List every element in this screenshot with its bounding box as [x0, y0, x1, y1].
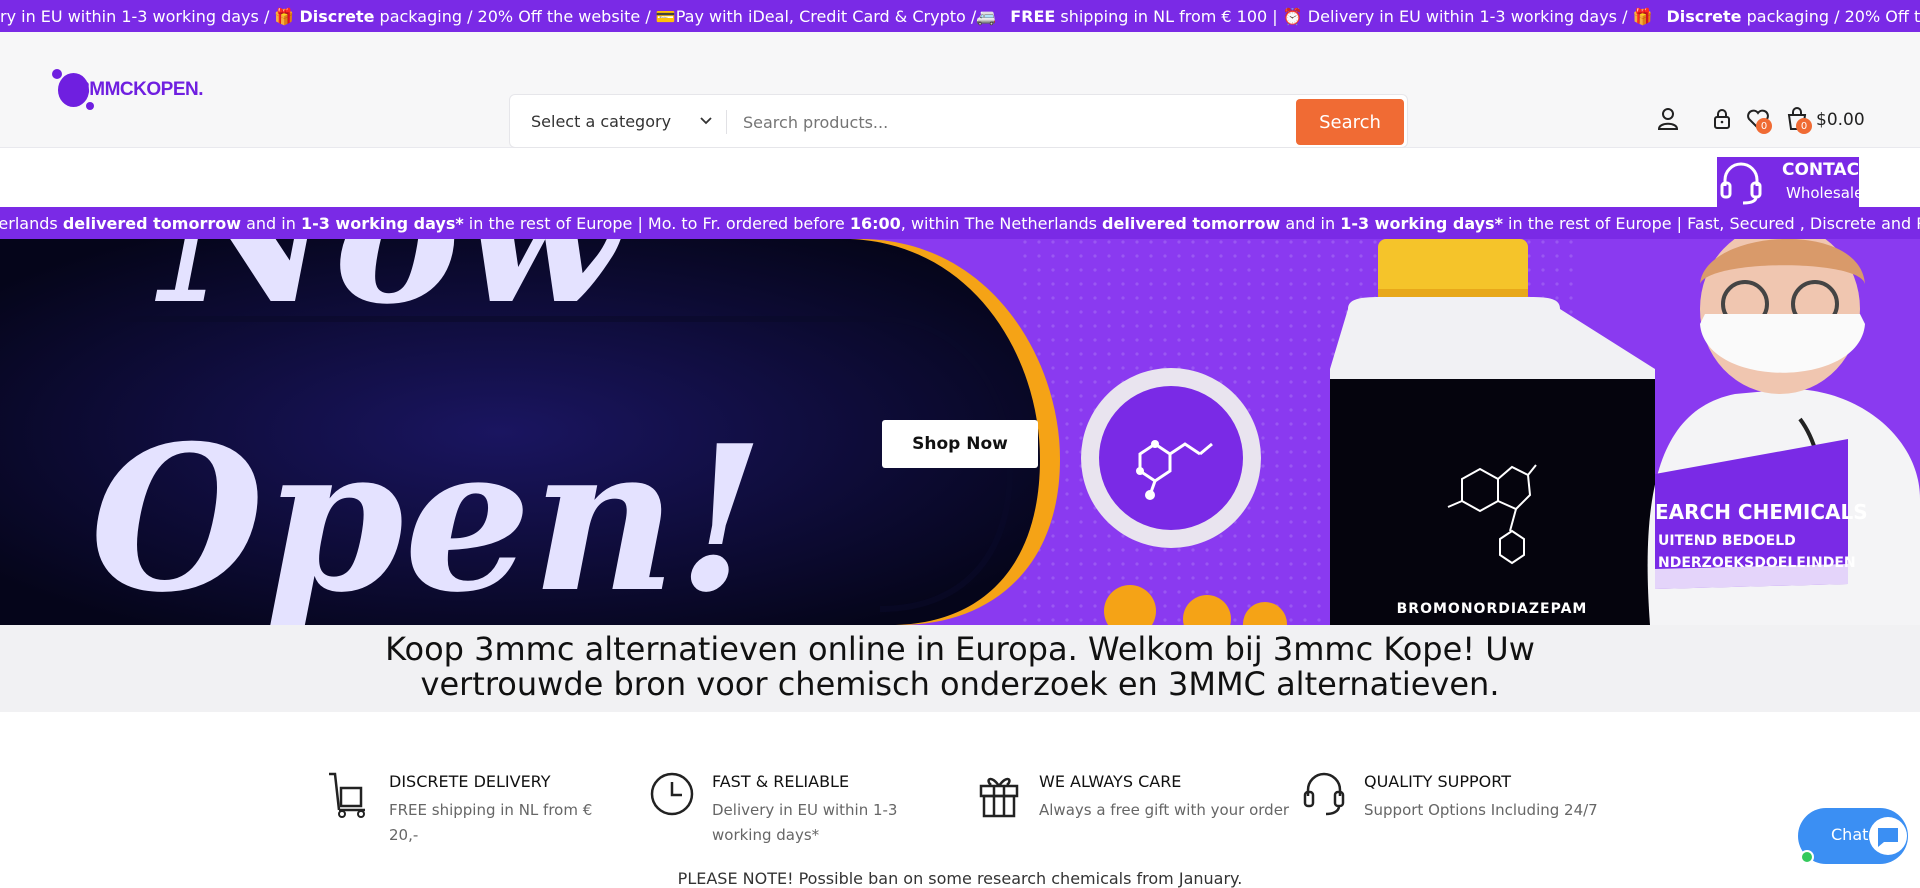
hero-text-now: Now — [154, 239, 630, 346]
delivery-highlight: 16:00 — [849, 214, 901, 233]
divider — [726, 110, 727, 134]
feature-desc: FREE shipping in NL from € 20,- — [389, 801, 593, 844]
nav-row — [0, 148, 1920, 207]
hand-truck-icon — [329, 772, 365, 818]
hero-text-open: Open! — [90, 402, 765, 625]
chat-label: Chat — [1831, 825, 1869, 844]
chat-bubble-icon — [1869, 817, 1907, 855]
cart-total[interactable]: $0.00 — [1816, 110, 1865, 130]
notice-text: PLEASE NOTE! Possible ban on some resear… — [677, 869, 1243, 888]
gift-icon — [979, 777, 1019, 818]
promo-segment: Discrete packaging / 20% Off the website… — [1666, 7, 1920, 26]
delivery-text: , within The Netherlands — [900, 214, 1103, 233]
chevron-down-icon[interactable] — [696, 111, 716, 131]
lock-icon[interactable] — [1709, 106, 1735, 132]
delivery-highlight: delivered tomorrow — [62, 214, 241, 233]
headset-icon — [1303, 772, 1345, 816]
cart-count-badge: 0 — [1796, 118, 1812, 134]
promo-marquee: ry in EU within 1-3 working days / 🎁 Dis… — [0, 0, 1920, 32]
feature-desc: Support Options Including 24/7 — [1364, 801, 1598, 819]
delivery-text: therlands — [0, 214, 58, 233]
headline-line-1: Koop 3mmc alternatieven online in Europa… — [385, 630, 1535, 668]
delivery-text: and in — [1280, 214, 1341, 233]
delivery-text: and in — [241, 214, 301, 233]
category-select[interactable]: Select a category — [531, 112, 671, 131]
search-bar: Select a category Search — [509, 94, 1408, 148]
site-logo[interactable]: 3MMCKOPEN. — [51, 68, 203, 112]
delivery-highlight: 1-3 working days* — [1340, 214, 1503, 233]
wishlist-count-badge: 0 — [1756, 118, 1772, 134]
delivery-text: in the rest of Europe | Fast, Secured , … — [1508, 214, 1920, 233]
delivery-track: therlands delivered tomorrow and in 1-3 … — [0, 214, 1920, 233]
shop-now-button[interactable]: Shop Now — [882, 420, 1038, 468]
feature-title: QUALITY SUPPORT — [1364, 772, 1511, 791]
sign-line-1: EARCH CHEMICALS — [1655, 500, 1868, 524]
bottle-label: BROMONORDIAZEPAM — [1397, 601, 1588, 617]
delivery-highlight: 1-3 working days* — [300, 214, 464, 233]
promo-segment: ry in EU within 1-3 working days / 🎁 Dis… — [0, 7, 997, 26]
feature-title: WE ALWAYS CARE — [1039, 772, 1182, 791]
contact-subtitle: Wholesale — [1786, 184, 1864, 202]
promo-track: ry in EU within 1-3 working days / 🎁 Dis… — [0, 7, 1920, 26]
feature-desc: Always a free gift with your order — [1039, 801, 1290, 819]
user-icon[interactable] — [1655, 106, 1681, 132]
chat-widget[interactable]: Chat — [1798, 808, 1908, 864]
page-headline: Koop 3mmc alternatieven online in Europa… — [0, 625, 1920, 702]
sign-line-2: UITEND BEDOELD — [1658, 533, 1796, 549]
contact-title: CONTACT — [1782, 160, 1871, 180]
headline-line-2: vertrouwde bron voor chemisch onderzoek … — [420, 665, 1500, 703]
online-status-dot — [1800, 850, 1814, 864]
feature-title: FAST & RELIABLE — [712, 772, 850, 791]
site-header: 3MMCKOPEN. Select a category Search 0 0 … — [0, 32, 1920, 148]
promo-segment: FREE shipping in NL from € 100 | ⏰ Deliv… — [1010, 7, 1653, 26]
logo-text: 3MMCKOPEN. — [79, 79, 203, 100]
sign-line-3: NDERZOEKSDOELEINDEN — [1658, 555, 1856, 571]
feature-desc: Delivery in EU within 1-3 working days* — [712, 801, 898, 844]
search-button[interactable]: Search — [1296, 99, 1404, 145]
delivery-highlight: delivered tomorrow — [1102, 214, 1281, 233]
search-input[interactable] — [741, 105, 1261, 139]
headset-icon — [1720, 162, 1762, 205]
headline-band: Koop 3mmc alternatieven online in Europa… — [0, 625, 1920, 712]
delivery-marquee: therlands delivered tomorrow and in 1-3 … — [0, 207, 1920, 239]
clock-icon — [650, 772, 694, 816]
contact-wholesale-button[interactable]: CONTACT Wholesale — [1717, 157, 1871, 207]
delivery-text: in the rest of Europe | Mo. to Fr. order… — [463, 214, 850, 233]
feature-title: DISCRETE DELIVERY — [389, 772, 551, 791]
